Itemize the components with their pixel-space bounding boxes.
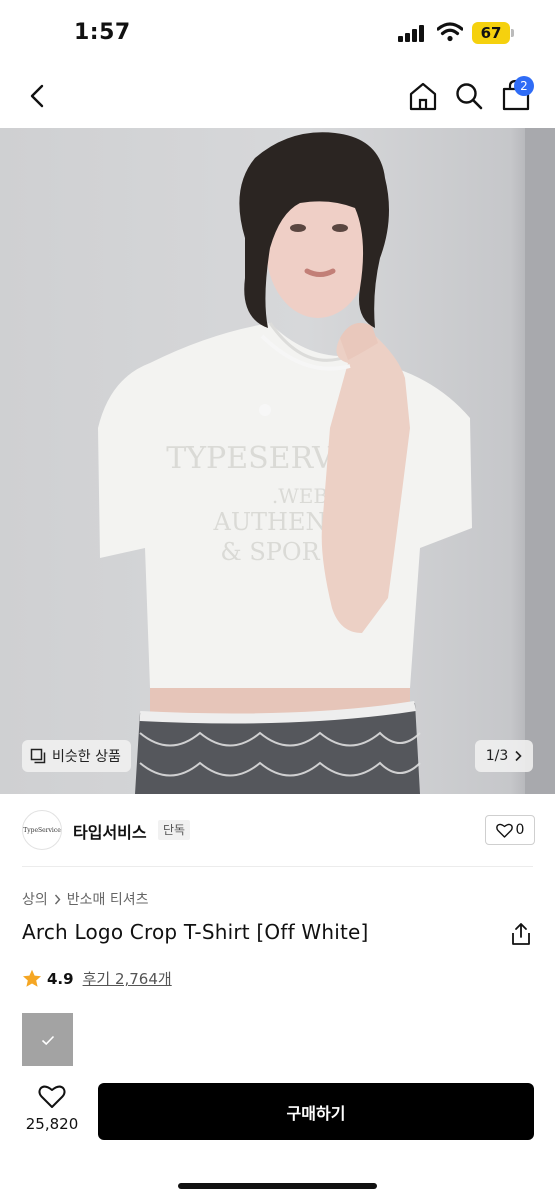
battery-level: 67: [480, 24, 502, 42]
wishlist-button[interactable]: 25,820: [20, 1084, 84, 1140]
color-swatch[interactable]: [22, 1013, 73, 1067]
product-title: Arch Logo Crop T-Shirt [Off White]: [22, 920, 369, 944]
battery-icon: 67: [472, 22, 516, 44]
brand-like-button[interactable]: 0: [485, 815, 535, 845]
cart-count-badge: 2: [514, 76, 534, 96]
similar-products-button[interactable]: 비슷한 상품: [22, 740, 131, 772]
reviews-link[interactable]: 후기 2,764개: [83, 968, 172, 989]
rating-score: 4.9: [47, 969, 74, 988]
brand-name[interactable]: 타입서비스: [73, 819, 147, 843]
top-nav: [0, 64, 555, 128]
wifi-icon: [437, 22, 463, 42]
wishlist-count: 25,820: [25, 1115, 79, 1133]
cellular-signal-icon: [398, 24, 428, 42]
exclusive-tag: 단독: [158, 820, 191, 840]
shirt-print-line: & SPOR: [220, 538, 320, 566]
search-icon[interactable]: [453, 80, 485, 112]
breadcrumb-item[interactable]: 반소매 티셔츠: [67, 889, 149, 909]
shirt-print-line: AUTHEN: [212, 508, 326, 536]
brand-row: TypeService 타입서비스 단독 0: [0, 794, 555, 866]
image-page-indicator[interactable]: 1/3: [475, 740, 533, 772]
heart-icon: [38, 1085, 66, 1108]
image-page-count: 1/3: [485, 748, 509, 764]
rating-row: 4.9 후기 2,764개: [22, 968, 172, 989]
chevron-right-icon: [515, 750, 522, 762]
status-time: 1:57: [74, 20, 131, 45]
model-photo: TYPESERV .WEB AUTHEN & SPOR: [98, 128, 555, 794]
star-icon: [23, 969, 41, 987]
brand-logo[interactable]: TypeService: [22, 810, 62, 850]
buy-button[interactable]: 구매하기: [98, 1083, 534, 1140]
divider: [22, 866, 533, 867]
home-icon[interactable]: [407, 80, 439, 112]
status-bar: 1:57 67: [0, 0, 555, 64]
share-icon[interactable]: [510, 922, 532, 946]
brand-like-count: 0: [515, 822, 525, 838]
breadcrumb: 상의 반소매 티셔츠: [22, 889, 149, 909]
home-indicator: [178, 1183, 377, 1189]
product-image[interactable]: TYPESERV .WEB AUTHEN & SPOR: [0, 128, 555, 794]
back-arrow-icon[interactable]: [26, 82, 50, 110]
bottom-action-bar: 25,820 구매하기: [0, 1066, 555, 1200]
shirt-print-line: .WEB: [272, 484, 328, 508]
chevron-right-icon: [54, 894, 61, 904]
similar-products-icon: [30, 748, 46, 764]
similar-products-label: 비슷한 상품: [52, 749, 121, 765]
shirt-print-line: TYPESERV: [166, 441, 335, 476]
heart-icon: [495, 823, 513, 838]
checkmark-icon: [41, 1035, 54, 1045]
breadcrumb-item[interactable]: 상의: [22, 889, 48, 909]
